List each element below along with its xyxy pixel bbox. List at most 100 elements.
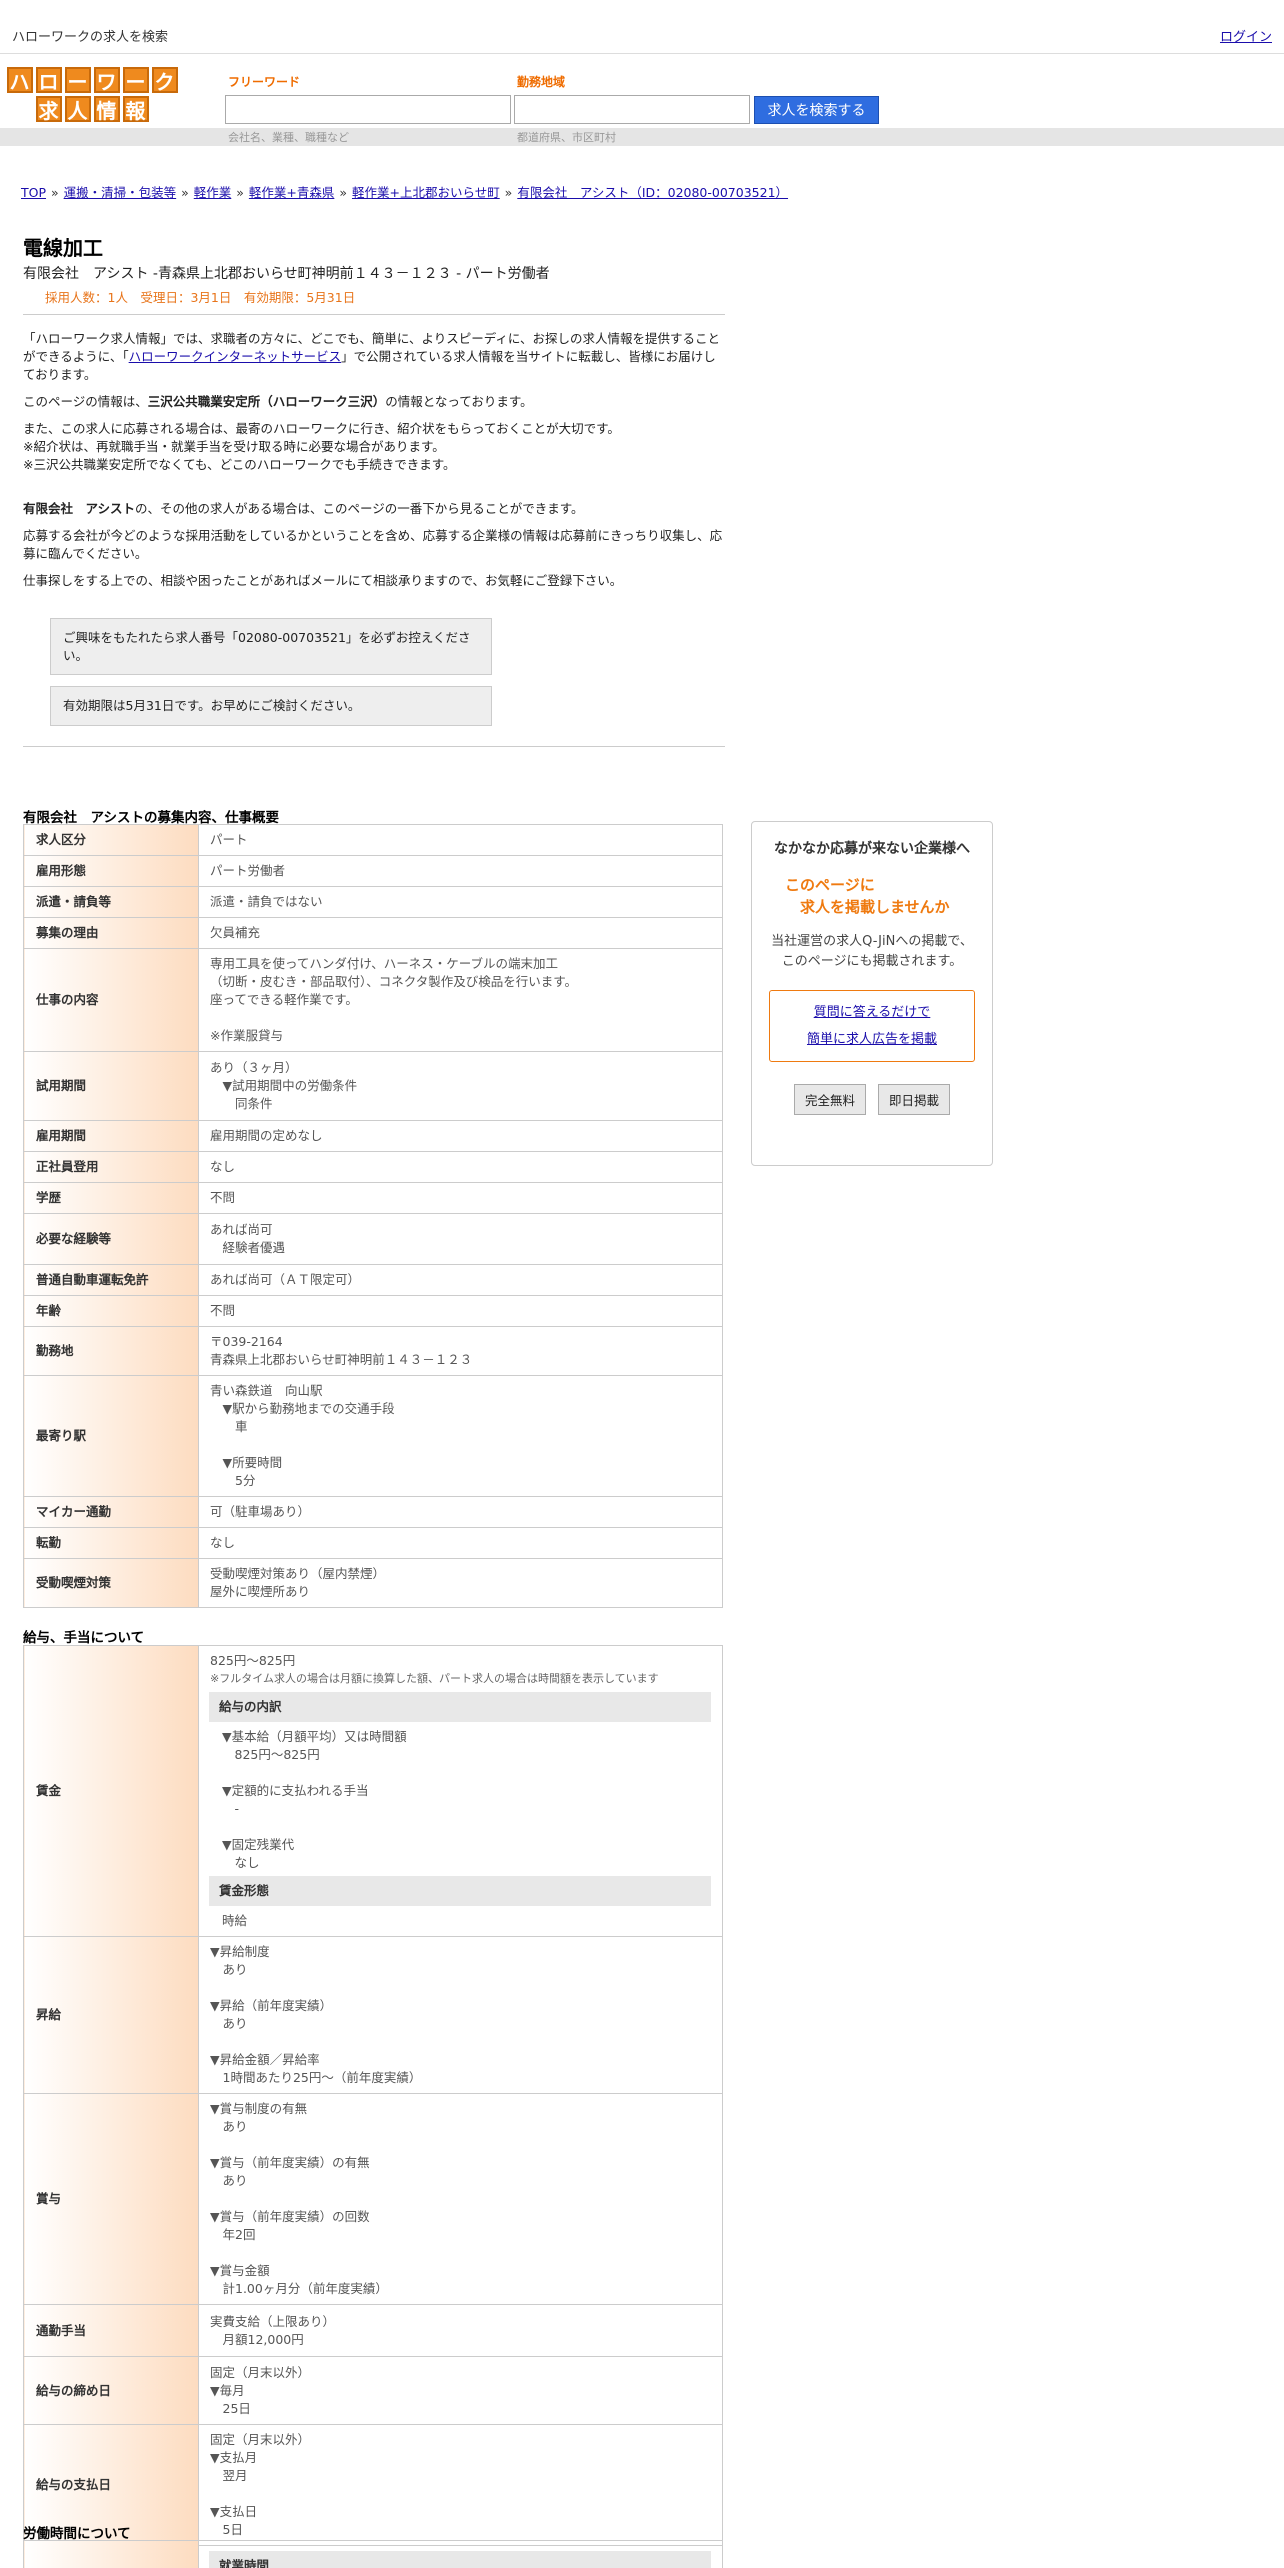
table-row: 雇用期間 雇用期間の定めなし [23, 1120, 723, 1152]
breadcrumb-link[interactable]: 軽作業+上北郡おいらせ町 [352, 185, 500, 200]
value-line [210, 2033, 711, 2051]
breadcrumb-separator: » [232, 185, 248, 200]
value-line: ▼駅から勤務地までの交通手段 [210, 1401, 395, 1416]
breadcrumb-link[interactable]: 軽作業 [194, 185, 232, 200]
value-line: ▼支払月 [210, 2450, 258, 2465]
row-value: 不問 [198, 1182, 723, 1214]
row-value: なし [198, 1527, 723, 1559]
value-line: 1時間あたり25円〜（前年度実績） [210, 2070, 422, 2085]
top-bar: ハローワークの求人を検索 ログイン [0, 0, 1284, 54]
table-row: 賃金 825円〜825円 ※フルタイム求人の場合は月額に換算した額、パート求人の… [23, 1645, 723, 1937]
table-row: 派遣・請負等 派遣・請負ではない [23, 886, 723, 918]
value-line: ▼昇給制度 [210, 1944, 270, 1959]
table-row: 試用期間 あり（３ヶ月） ▼試用期間中の労働条件 同条件 [23, 1051, 723, 1121]
value-line: ▼支払日 [210, 2504, 258, 2519]
row-key: 仕事の内容 [23, 948, 199, 1052]
breadcrumb-link[interactable]: TOP [21, 185, 46, 200]
salary-table: 賃金 825円〜825円 ※フルタイム求人の場合は月額に換算した額、パート求人の… [23, 1645, 723, 2546]
breadcrumb-separator: » [335, 185, 351, 200]
site-title: ハローワークの求人を検索 [12, 30, 169, 45]
row-value: あれば尚可 経験者優遇 [198, 1213, 723, 1265]
breadcrumb-link[interactable]: 有限会社 アシスト（ID：02080-00703521） [517, 185, 788, 200]
value-line: 実費支給（上限あり） [210, 2313, 336, 2329]
row-key: 普通自動車運転免許 [23, 1264, 199, 1296]
wage-form: 時給 [222, 1913, 248, 1928]
value-line [210, 1979, 711, 1997]
value-line: 派遣・請負ではない [210, 894, 323, 909]
site-logo[interactable]: ハローワーク 求人情報 [4, 67, 180, 125]
value-line: 25日 [210, 2400, 251, 2416]
breadcrumb-link[interactable]: 運搬・清掃・包装等 [64, 185, 177, 200]
value-line: あり [210, 2016, 248, 2031]
value-line: 月額12,000円 [210, 2331, 304, 2347]
value-line: 青森県上北郡おいらせ町神明前１４３－１２３ [210, 1352, 473, 1367]
advertise-title: なかなか応募が来ない企業様へ [774, 841, 970, 857]
logo-char: 求 [35, 96, 62, 123]
row-key: 求人区分 [23, 824, 199, 856]
intro-p4: 有限会社 アシストの、その他の求人がある場合は、このページの一番下から見ることが… [23, 501, 584, 516]
table-row: 受動喫煙対策 受動喫煙対策あり（屋内禁煙） 屋外に喫煙所あり [23, 1558, 723, 1608]
hellowork-link[interactable]: ハローワークインターネットサービス [129, 349, 342, 364]
login-link[interactable]: ログイン [1220, 26, 1272, 45]
value-line [210, 2190, 711, 2208]
value-line: パート [210, 832, 248, 847]
area-label: 勤務地域 [517, 75, 566, 89]
row-value: 不問 [198, 1295, 723, 1327]
logo-char: ー [122, 67, 149, 94]
value-line: 経験者優遇 [210, 1240, 286, 1255]
logo-char: 情 [93, 96, 120, 123]
area-input[interactable] [514, 95, 750, 124]
value-line: あり [210, 1962, 248, 1977]
value-line: あり [210, 2173, 248, 2188]
row-value: 〒039-2164 青森県上北郡おいらせ町神明前１４３－１２３ [198, 1326, 723, 1376]
row-value: あれば尚可（ＡＴ限定可） [198, 1264, 723, 1296]
free-button[interactable]: 完全無料 [793, 1084, 866, 1115]
table-row: 年齢 不問 [23, 1295, 723, 1327]
logo-char: ク [151, 67, 178, 94]
row-value: 固定（月末以外） ▼支払月 翌月 ▼支払日 5日 [198, 2424, 723, 2546]
table-row: マイカー通勤 可（駐車場あり） [23, 1496, 723, 1528]
advertise-box: なかなか応募が来ない企業様へ このページに 求人を掲載しませんか 当社運営の求人… [751, 821, 993, 1166]
value-line: - [222, 1801, 240, 1816]
value-line: 計1.00ヶ月分（前年度実績） [210, 2281, 388, 2296]
table-row: 募集の理由 欠員補充 [23, 917, 723, 949]
same-day-button[interactable]: 即日掲載 [878, 1084, 951, 1115]
table-row: 仕事の内容 専用工具を使ってハンダ付け、ハーネス・ケーブルの端末加工 （切断・皮むき… [23, 948, 723, 1052]
row-key: 最寄り駅 [23, 1375, 199, 1497]
value-line: 座ってできる軽作業です。 [210, 992, 358, 1007]
row-value: 派遣・請負ではない [198, 886, 723, 918]
intro-p2: このページの情報は、三沢公共職業安定所（ハローワーク三沢）の情報となっております… [23, 394, 533, 409]
table-row: 最寄り駅 青い森鉄道 向山駅 ▼駅から勤務地までの交通手段 車 ▼所要時間 5分 [23, 1375, 723, 1497]
divider [23, 746, 725, 747]
advertise-catch: このページに 求人を掲載しませんか [785, 876, 950, 916]
logo-char: 人 [64, 96, 91, 123]
value-line [210, 1436, 711, 1454]
value-line: ▼定額的に支払われる手当 [222, 1783, 369, 1798]
value-line [222, 1818, 711, 1836]
wage-range: 825円〜825円 [210, 1653, 296, 1668]
row-key: 雇用期間 [23, 1120, 199, 1152]
intro-p1: 「ハローワーク求人情報」では、求職者の方々に、どこでも、簡単に、よりスピーディに… [23, 331, 721, 382]
advertise-link-question[interactable]: 質問に答えるだけで [814, 1005, 931, 1020]
row-value: 実費支給（上限あり） 月額12,000円 [198, 2304, 723, 2357]
row-value: 可（駐車場あり） [198, 1496, 723, 1528]
value-line: 同条件 [210, 1096, 273, 1111]
value-line: 年2回 [210, 2227, 256, 2242]
value-line: 825円〜825円 [222, 1747, 320, 1762]
search-button[interactable]: 求人を検索する [754, 96, 879, 124]
freeword-input[interactable] [225, 95, 511, 124]
value-line: パート労働者 [210, 863, 286, 878]
breadcrumb-link[interactable]: 軽作業+青森県 [249, 185, 334, 200]
row-value: 専用工具を使ってハンダ付け、ハーネス・ケーブルの端末加工 （切断・皮むき・部品取付… [198, 948, 723, 1052]
value-line: 受動喫煙対策あり（屋内禁煙） [210, 1566, 386, 1581]
table-row: 普通自動車運転免許 あれば尚可（ＡＴ限定可） [23, 1264, 723, 1296]
advertise-link-post[interactable]: 簡単に求人広告を掲載 [807, 1032, 937, 1047]
row-key: 受動喫煙対策 [23, 1558, 199, 1608]
value-line [210, 1009, 711, 1027]
advertise-links: 質問に答えるだけで 簡単に求人広告を掲載 [769, 990, 975, 1062]
value-line: 青い森鉄道 向山駅 [210, 1383, 323, 1398]
value-line: ▼固定残業代 [222, 1837, 295, 1852]
row-value: 青い森鉄道 向山駅 ▼駅から勤務地までの交通手段 車 ▼所要時間 5分 [198, 1375, 723, 1497]
advertise-body: 当社運営の求人Q-JiNへの掲載で、 このページにも掲載されます。 [771, 934, 973, 969]
value-line [210, 2136, 711, 2154]
